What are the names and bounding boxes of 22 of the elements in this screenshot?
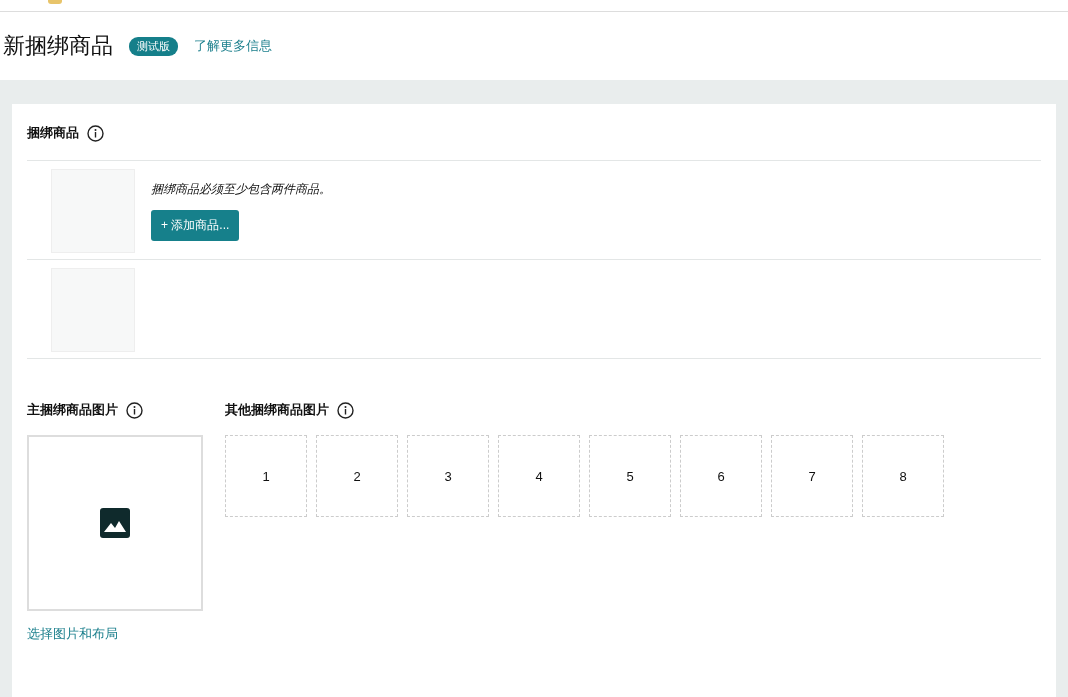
add-product-button[interactable]: + 添加商品... [151,210,240,241]
info-icon[interactable] [126,401,143,419]
page-title: 新捆绑商品 [3,32,113,60]
image-slot[interactable]: 8 [862,435,944,517]
image-slot[interactable]: 6 [680,435,762,517]
choose-images-link[interactable]: 选择图片和布局 [27,625,118,643]
main-image-title: 主捆绑商品图片 [27,401,118,419]
section-title: 捆绑商品 [27,124,79,142]
other-images-title: 其他捆绑商品图片 [225,401,329,419]
main-image-dropzone[interactable] [27,435,203,611]
image-icon [100,508,130,538]
image-slot[interactable]: 4 [498,435,580,517]
info-icon[interactable] [337,401,354,419]
image-slot[interactable]: 3 [407,435,489,517]
image-slot[interactable]: 1 [225,435,307,517]
image-slot[interactable]: 5 [589,435,671,517]
info-icon[interactable] [87,124,104,142]
bundle-note: 捆绑商品必须至少包含两件商品。 [151,181,331,198]
learn-more-link[interactable]: 了解更多信息 [194,37,272,55]
image-slot[interactable]: 2 [316,435,398,517]
beta-badge: 测试版 [129,36,178,56]
image-slot[interactable]: 7 [771,435,853,517]
